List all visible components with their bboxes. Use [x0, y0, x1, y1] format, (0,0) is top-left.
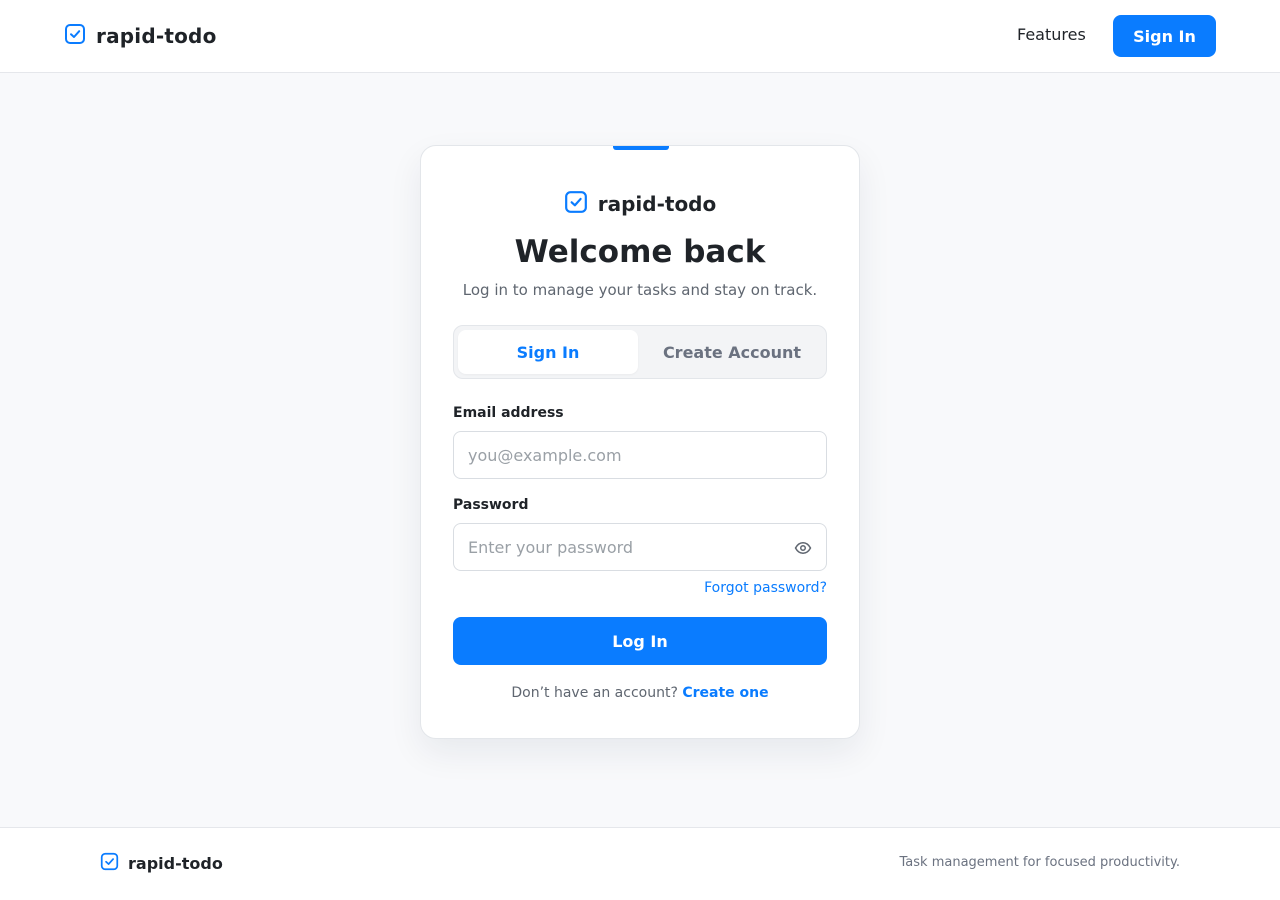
- check-square-icon: [100, 852, 119, 875]
- eye-icon[interactable]: [791, 536, 815, 560]
- auth-tabs: Sign In Create Account: [453, 325, 827, 379]
- auth-card: rapid-todo Welcome back Log in to manage…: [420, 145, 860, 739]
- tab-sign-in[interactable]: Sign In: [458, 330, 638, 374]
- header-brand-link[interactable]: rapid-todo: [64, 22, 217, 50]
- create-account-link[interactable]: Create one: [682, 685, 768, 701]
- nav-features-link[interactable]: Features: [1017, 25, 1086, 44]
- footer-brand: rapid-todo: [100, 852, 223, 875]
- password-label: Password: [453, 497, 529, 513]
- tab-create-account[interactable]: Create Account: [642, 330, 822, 374]
- site-footer: rapid-todo Task management for focused p…: [0, 827, 1280, 900]
- log-in-button[interactable]: Log In: [453, 617, 827, 665]
- footer-brand-name: rapid-todo: [128, 854, 223, 873]
- password-field[interactable]: [453, 523, 827, 571]
- signup-prompt: Don’t have an account? Create one: [421, 685, 859, 701]
- page-title: Welcome back: [514, 234, 766, 270]
- footer-tagline: Task management for focused productivity…: [899, 855, 1180, 870]
- card-brand-name: rapid-todo: [597, 192, 717, 216]
- page-subtitle: Log in to manage your tasks and stay on …: [462, 281, 818, 299]
- email-label: Email address: [453, 405, 564, 421]
- forgot-password-link[interactable]: Forgot password?: [704, 580, 827, 596]
- site-header: rapid-todo Features Sign In: [0, 0, 1280, 73]
- card-brand: rapid-todo: [421, 190, 859, 218]
- header-brand-name: rapid-todo: [96, 24, 217, 48]
- check-square-icon: [64, 23, 86, 49]
- card-accent-bar: [613, 146, 669, 150]
- header-sign-in-button[interactable]: Sign In: [1113, 15, 1216, 57]
- check-square-icon: [564, 190, 588, 218]
- email-field[interactable]: [453, 431, 827, 479]
- signup-prompt-text: Don’t have an account?: [511, 685, 678, 701]
